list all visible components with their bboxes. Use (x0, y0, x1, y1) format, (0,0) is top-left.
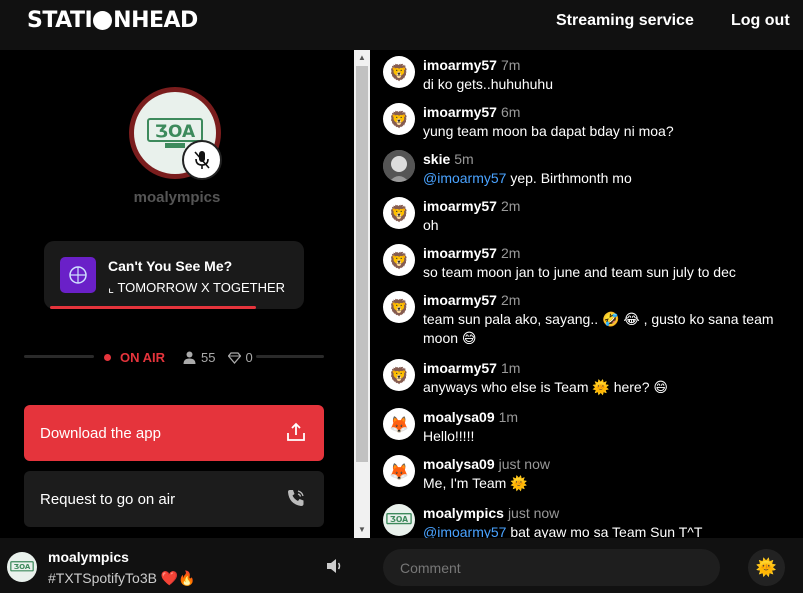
divider (24, 355, 94, 358)
username[interactable]: moalysa09 (423, 409, 495, 425)
left-panel-scrollbar[interactable]: ▲ ▼ (354, 50, 370, 538)
message-text: yung team moon ba dapat bday ni moa? (423, 123, 674, 139)
username[interactable]: imoarmy57 (423, 198, 497, 214)
username[interactable]: imoarmy57 (423, 292, 497, 308)
username[interactable]: imoarmy57 (423, 245, 497, 261)
user-avatar[interactable]: 🦁 (383, 197, 415, 229)
user-avatar[interactable]: 🦊 (383, 408, 415, 440)
user-avatar[interactable]: 🦁 (383, 56, 415, 88)
user-avatar[interactable]: 🦁 (383, 291, 415, 323)
person-icon (183, 351, 196, 364)
logout-link[interactable]: Log out (731, 12, 790, 30)
request-on-air-button[interactable]: Request to go on air (24, 471, 324, 527)
song-title: Can't You See Me? (108, 258, 233, 274)
phone-call-icon (288, 490, 304, 506)
message-text: Me, I'm Team 🌞 (423, 475, 528, 491)
top-header: STATI NHEAD Streaming service Log out (0, 0, 803, 50)
mic-muted-icon (182, 140, 222, 180)
chat-panel: 🦁 imoarmy57 7m di ko gets..huhuhuhu 🦁 imo… (370, 50, 803, 538)
bottom-player-bar: ƷOA moalympics #TXTSpotifyTo3B ❤️🔥 🌞 (0, 538, 803, 593)
user-avatar[interactable] (383, 150, 415, 182)
station-panel: ƷOA moalympics Can't You See Me? ⌞ TOMOR… (0, 50, 354, 538)
moa-logo-icon: ƷOA (386, 513, 412, 525)
message-text: team sun pala ako, sayang.. 🤣 😂 , gusto … (423, 311, 774, 346)
message-text: di ko gets..huhuhuhu (423, 76, 553, 92)
live-dot-icon (104, 354, 111, 361)
on-air-status: ON AIR 55 0 (104, 350, 265, 365)
logo-text: STATI (27, 8, 93, 33)
username[interactable]: imoarmy57 (423, 360, 497, 376)
comment-input[interactable] (383, 549, 720, 586)
message-text: oh (423, 217, 439, 233)
message-text: Hello!!!!! (423, 428, 475, 444)
message-text: so team moon jan to june and team sun ju… (423, 264, 736, 280)
user-mention[interactable]: @imoarmy57 (423, 170, 506, 186)
user-avatar[interactable]: 🦊 (383, 455, 415, 487)
timestamp: 2m (500, 292, 521, 308)
share-upload-icon (287, 422, 305, 441)
listener-count: 55 (183, 350, 216, 365)
logo-circle-icon (93, 11, 113, 30)
skie-avatar-icon (383, 150, 415, 182)
download-app-button[interactable]: Download the app (24, 405, 324, 461)
timestamp: 1m (498, 409, 519, 425)
station-name: moalympics (133, 189, 221, 206)
timestamp: 5m (454, 151, 474, 167)
timestamp: just now (507, 505, 560, 521)
username[interactable]: imoarmy57 (423, 57, 497, 73)
user-avatar[interactable]: 🦁 (383, 244, 415, 276)
scroll-up-icon[interactable]: ▲ (358, 53, 366, 62)
song-artist: ⌞ TOMORROW X TOGETHER (108, 280, 286, 295)
timestamp: 2m (500, 245, 521, 261)
message-text: anyways who else is Team 🌞 here? 😄 (423, 379, 668, 395)
svg-text:ƷOA: ƷOA (390, 515, 408, 524)
user-avatar[interactable]: 🦁 (383, 359, 415, 391)
user-mention[interactable]: @imoarmy57 (423, 524, 506, 538)
username[interactable]: moalysa09 (423, 456, 495, 472)
diamond-count: 0 (227, 350, 253, 365)
now-playing-avatar[interactable]: ƷOA (7, 552, 37, 582)
username[interactable]: moalympics (423, 505, 504, 521)
album-art (60, 257, 96, 293)
timestamp: 1m (500, 360, 521, 376)
stationhead-logo[interactable]: STATI NHEAD (27, 8, 198, 33)
album-art-icon (69, 266, 87, 284)
timestamp: 7m (500, 57, 521, 73)
username[interactable]: imoarmy57 (423, 104, 497, 120)
user-avatar[interactable]: ƷOA (383, 504, 415, 536)
timestamp: 2m (500, 198, 521, 214)
message-text: @imoarmy57 bat ayaw mo sa Team Sun T^T (423, 524, 703, 538)
now-playing-song-card[interactable]: Can't You See Me? ⌞ TOMORROW X TOGETHER (44, 241, 304, 309)
volume-icon[interactable] (326, 558, 344, 574)
emoji-picker-button[interactable]: 🌞 (748, 549, 785, 586)
svg-text:ƷOA: ƷOA (14, 562, 31, 571)
on-air-label: ON AIR (120, 350, 166, 365)
user-avatar[interactable]: 🦁 (383, 103, 415, 135)
song-progress-bar (50, 306, 256, 309)
username[interactable]: skie (423, 151, 450, 167)
now-playing-subtitle: #TXTSpotifyTo3B ❤️🔥 (48, 570, 196, 586)
svg-text:ƷOA: ƷOA (155, 122, 196, 142)
message-text: @imoarmy57 yep. Birthmonth mo (423, 170, 632, 186)
sun-emoji-icon: 🌞 (755, 557, 778, 578)
timestamp: just now (498, 456, 550, 472)
scroll-thumb[interactable] (356, 66, 368, 462)
divider (256, 355, 324, 358)
moa-logo-icon: ƷOA (10, 560, 34, 571)
now-playing-station-name: moalympics (48, 549, 129, 565)
timestamp: 6m (500, 104, 521, 120)
streaming-service-link[interactable]: Streaming service (556, 12, 694, 30)
scroll-down-icon[interactable]: ▼ (358, 525, 366, 534)
diamond-icon (227, 351, 241, 364)
